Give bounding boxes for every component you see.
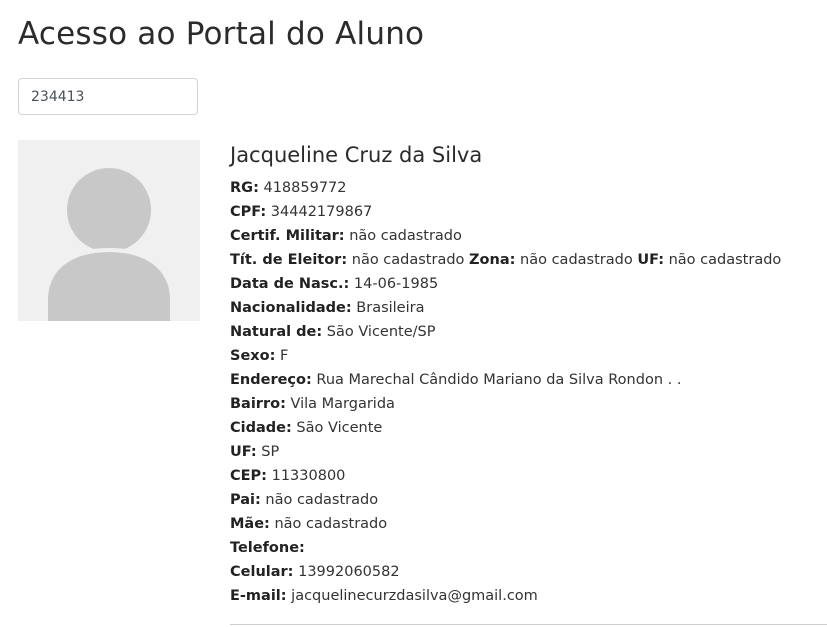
field-label: UF: (230, 444, 257, 460)
field-endereco: Endereço: Rua Marechal Cândido Mariano d… (230, 368, 820, 392)
field-label-zona: Zona: (469, 252, 516, 268)
field-label: Sexo: (230, 348, 276, 364)
field-bairro: Bairro: Vila Margarida (230, 392, 820, 416)
field-value: F (280, 348, 289, 364)
field-label: Celular: (230, 564, 294, 580)
field-label: Tít. de Eleitor: (230, 252, 348, 268)
field-email: E-mail: jacquelinecurzdasilva@gmail.com (230, 584, 820, 608)
field-label: Pai: (230, 492, 261, 508)
field-label: Mãe: (230, 516, 270, 532)
field-uf: UF: SP (230, 440, 820, 464)
field-value-uf-eleitor: não cadastrado (668, 252, 782, 268)
field-value: não cadastrado (349, 228, 462, 244)
field-label: Cidade: (230, 420, 292, 436)
field-nacionalidade: Nacionalidade: Brasileira (230, 296, 820, 320)
field-pai: Pai: não cadastrado (230, 488, 820, 512)
field-certif-militar: Certif. Militar: não cadastrado (230, 224, 820, 248)
student-details: RG: 418859772 CPF: 34442179867 Certif. M… (230, 176, 820, 608)
field-label: Natural de: (230, 324, 323, 340)
field-telefone: Telefone: (230, 536, 820, 560)
field-value: não cadastrado (274, 516, 388, 532)
field-sexo: Sexo: F (230, 344, 820, 368)
field-label: Data de Nasc.: (230, 276, 350, 292)
field-value: São Vicente/SP (326, 324, 436, 340)
field-value: 34442179867 (270, 204, 373, 220)
field-label: RG: (230, 180, 259, 196)
field-celular: Celular: 13992060582 (230, 560, 820, 584)
field-label: Certif. Militar: (230, 228, 345, 244)
divider (230, 624, 827, 625)
field-rg: RG: 418859772 (230, 176, 820, 200)
field-mae: Mãe: não cadastrado (230, 512, 820, 536)
field-value: Rua Marechal Cândido Mariano da Silva Ro… (316, 372, 682, 388)
field-value: 14-06-1985 (353, 276, 439, 292)
avatar (18, 140, 200, 321)
field-value: São Vicente (296, 420, 383, 436)
field-natural-de: Natural de: São Vicente/SP (230, 320, 820, 344)
field-value: 11330800 (271, 468, 346, 484)
field-label: CPF: (230, 204, 267, 220)
field-cidade: Cidade: São Vicente (230, 416, 820, 440)
field-value: não cadastrado (351, 252, 465, 268)
field-value-zona: não cadastrado (520, 252, 633, 268)
field-value: 418859772 (263, 180, 347, 196)
field-cep: CEP: 11330800 (230, 464, 820, 488)
field-label: Telefone: (230, 540, 305, 556)
field-value: 13992060582 (298, 564, 400, 580)
student-id-input[interactable] (18, 78, 198, 115)
field-label: E-mail: (230, 588, 287, 604)
field-label: Bairro: (230, 396, 286, 412)
field-label: Endereço: (230, 372, 312, 388)
student-name: Jacqueline Cruz da Silva (230, 143, 483, 167)
field-value: Vila Margarida (290, 396, 395, 412)
field-cpf: CPF: 34442179867 (230, 200, 820, 224)
field-data-nasc: Data de Nasc.: 14-06-1985 (230, 272, 820, 296)
field-label-uf-eleitor: UF: (637, 252, 664, 268)
field-value: não cadastrado (265, 492, 379, 508)
field-label: CEP: (230, 468, 267, 484)
field-value: jacquelinecurzdasilva@gmail.com (291, 588, 538, 604)
user-silhouette-icon (48, 168, 170, 321)
page-title: Acesso ao Portal do Aluno (18, 16, 425, 52)
field-titulo-eleitor: Tít. de Eleitor: não cadastrado Zona: nã… (230, 248, 820, 272)
field-value: SP (261, 444, 280, 460)
field-value: Brasileira (356, 300, 425, 316)
field-label: Nacionalidade: (230, 300, 352, 316)
